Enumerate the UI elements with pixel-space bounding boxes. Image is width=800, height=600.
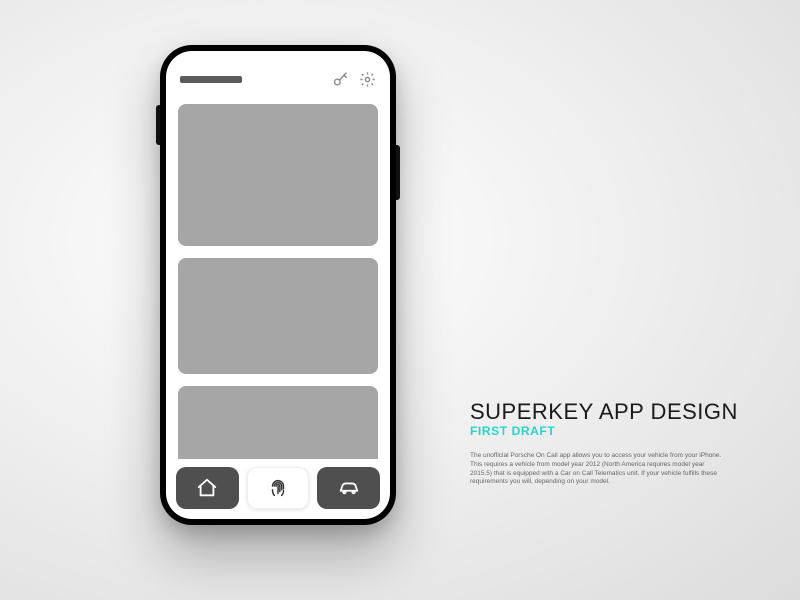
nav-fingerprint-button[interactable] [247,467,310,509]
key-icon[interactable] [332,71,349,88]
gear-icon[interactable] [359,71,376,88]
nav-car-button[interactable] [317,467,380,509]
car-icon [338,477,360,499]
bottom-nav [166,459,390,519]
phone-screen [166,51,390,519]
app-header [166,51,390,98]
page-title: SUPERKEY APP DESIGN [470,400,770,423]
content-card[interactable] [178,386,378,459]
content-card[interactable] [178,104,378,246]
nav-home-button[interactable] [176,467,239,509]
page-subtitle: FIRST DRAFT [470,424,770,438]
phone-mockup [160,45,396,525]
fingerprint-icon [267,477,289,499]
body-copy: The unofficial Porsche On Call app allow… [470,452,725,487]
content-area [166,98,390,459]
content-card[interactable] [178,258,378,374]
home-icon [196,477,218,499]
title-block: SUPERKEY APP DESIGN FIRST DRAFT The unof… [470,400,770,487]
app-title-placeholder [180,76,242,83]
